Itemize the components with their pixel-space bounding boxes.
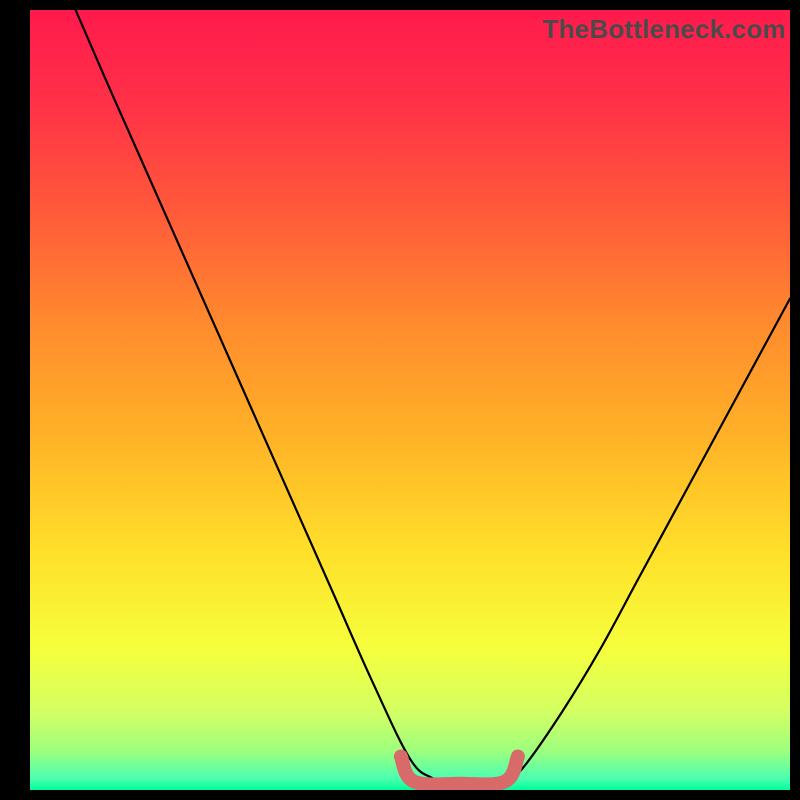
plot-area [30, 10, 790, 790]
chart-container: TheBottleneck.com [0, 0, 800, 800]
watermark-text: TheBottleneck.com [543, 14, 786, 45]
gradient-background [30, 10, 790, 790]
